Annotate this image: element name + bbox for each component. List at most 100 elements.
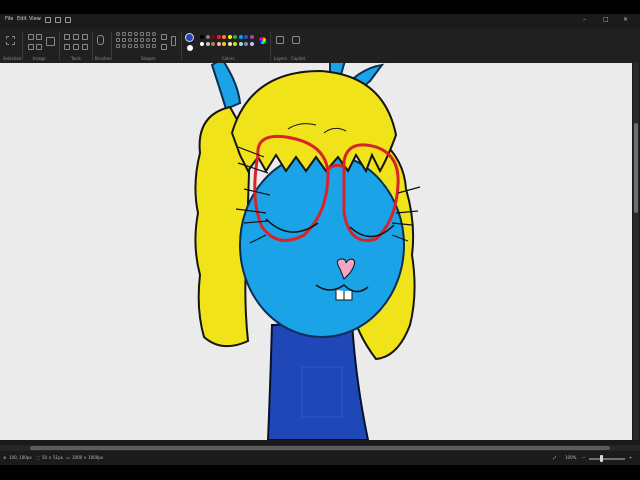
- palette-swatch[interactable]: [200, 42, 204, 46]
- shape-option[interactable]: [146, 44, 150, 48]
- palette-swatch[interactable]: [249, 35, 254, 39]
- copilot-icon[interactable]: [292, 36, 300, 44]
- magnifier-icon[interactable]: [82, 44, 88, 50]
- pencil-icon[interactable]: [64, 34, 70, 40]
- save-icon[interactable]: [45, 17, 51, 23]
- shape-option[interactable]: [140, 32, 144, 36]
- separator: [181, 32, 182, 60]
- workspace: [0, 63, 640, 445]
- fill-icon[interactable]: [73, 34, 79, 40]
- canvas-size: 1000 × 1000px: [72, 455, 104, 460]
- shape-option[interactable]: [128, 38, 132, 42]
- canvas-size-icon: ▭: [66, 455, 70, 460]
- group-label-layers: Layers: [274, 56, 288, 61]
- undo-icon[interactable]: [55, 17, 61, 23]
- palette-swatch[interactable]: [238, 42, 243, 46]
- shape-option[interactable]: [122, 32, 126, 36]
- shape-option[interactable]: [134, 38, 138, 42]
- palette-swatch[interactable]: [249, 42, 254, 46]
- color-picker-icon[interactable]: [73, 44, 79, 50]
- palette-swatch[interactable]: [205, 35, 210, 39]
- crop-icon[interactable]: [28, 34, 34, 40]
- cursor-position-icon: ⊕: [3, 455, 7, 460]
- shape-option[interactable]: [140, 44, 144, 48]
- horizontal-scroll-thumb[interactable]: [30, 446, 610, 450]
- close-button[interactable]: ✕: [623, 16, 628, 23]
- group-label-brushes: Brushes: [95, 56, 112, 61]
- face: [239, 152, 405, 338]
- zoom-slider[interactable]: [589, 458, 625, 460]
- palette-swatch[interactable]: [216, 35, 221, 39]
- palette-swatch[interactable]: [233, 35, 237, 39]
- layers-icon[interactable]: [276, 36, 284, 44]
- zoom-slider-thumb[interactable]: [600, 455, 603, 462]
- eraser-icon[interactable]: [64, 44, 70, 50]
- palette-swatch[interactable]: [227, 42, 232, 46]
- shape-fill-icon[interactable]: [161, 44, 167, 50]
- shape-option[interactable]: [116, 44, 120, 48]
- minimize-button[interactable]: –: [583, 16, 586, 23]
- palette-swatch[interactable]: [205, 42, 210, 46]
- teeth: [335, 290, 353, 301]
- palette-swatch[interactable]: [200, 35, 204, 39]
- brush-icon[interactable]: [97, 35, 104, 45]
- shape-option[interactable]: [146, 32, 150, 36]
- outline-icon[interactable]: [161, 34, 167, 40]
- zoom-level[interactable]: 100%: [565, 455, 576, 460]
- shape-option[interactable]: [152, 44, 156, 48]
- fit-to-window-icon[interactable]: ⤢: [553, 455, 556, 460]
- flip-icon[interactable]: [36, 44, 42, 50]
- palette-swatch[interactable]: [244, 35, 248, 39]
- selection-tool[interactable]: [6, 36, 15, 45]
- cursor-position: 100, 100px: [9, 455, 32, 460]
- maximize-button[interactable]: □: [603, 16, 609, 23]
- rotate-icon[interactable]: [28, 44, 34, 50]
- shape-option[interactable]: [146, 38, 150, 42]
- primary-color-swatch[interactable]: [185, 33, 194, 42]
- size-icon[interactable]: [171, 36, 176, 46]
- left-ear: [210, 63, 242, 111]
- zoom-out-icon[interactable]: −: [582, 455, 585, 460]
- shape-option[interactable]: [152, 38, 156, 42]
- shape-option[interactable]: [122, 44, 126, 48]
- group-label-copilot: Copilot: [291, 56, 306, 61]
- palette-swatch[interactable]: [216, 42, 221, 46]
- vertical-scrollbar[interactable]: [633, 63, 639, 440]
- shape-option[interactable]: [116, 32, 120, 36]
- resize-icon[interactable]: [36, 34, 42, 40]
- status-bar: ⊕ 100, 100px ⬚ 50 × 51px ▭ 1000 × 1000px…: [0, 451, 640, 465]
- group-label-image: Image: [33, 56, 46, 61]
- menu-view[interactable]: View: [29, 16, 41, 22]
- shape-option[interactable]: [128, 44, 132, 48]
- shape-option[interactable]: [134, 32, 138, 36]
- zoom-in-icon[interactable]: +: [629, 455, 632, 460]
- shape-option[interactable]: [122, 38, 126, 42]
- vertical-scroll-thumb[interactable]: [634, 123, 638, 213]
- image-select-icon[interactable]: [46, 37, 55, 46]
- palette-swatch[interactable]: [244, 42, 248, 46]
- menu-file[interactable]: File: [5, 16, 13, 22]
- secondary-color-swatch[interactable]: [187, 45, 193, 51]
- shape-option[interactable]: [116, 38, 120, 42]
- drawing-canvas[interactable]: [0, 63, 632, 440]
- palette-swatch[interactable]: [222, 42, 226, 46]
- separator: [270, 32, 271, 60]
- palette-swatch[interactable]: [227, 35, 232, 39]
- edit-colors-icon[interactable]: [259, 37, 266, 44]
- shape-option[interactable]: [128, 32, 132, 36]
- shirt: [266, 321, 370, 440]
- shape-option[interactable]: [152, 32, 156, 36]
- separator: [92, 32, 93, 60]
- ribbon-toolbar: Selection Image Tools Brushes Shapes Col…: [0, 28, 640, 64]
- shape-option[interactable]: [134, 44, 138, 48]
- palette-swatch[interactable]: [211, 35, 215, 39]
- palette-swatch[interactable]: [233, 42, 237, 46]
- menu-edit[interactable]: Edit: [17, 16, 27, 22]
- redo-icon[interactable]: [65, 17, 71, 23]
- shape-option[interactable]: [140, 38, 144, 42]
- palette-swatch[interactable]: [211, 42, 215, 46]
- palette-swatch[interactable]: [222, 35, 226, 39]
- palette-swatch[interactable]: [238, 35, 243, 39]
- text-icon[interactable]: [82, 34, 88, 40]
- selection-size-icon: ⬚: [36, 455, 40, 460]
